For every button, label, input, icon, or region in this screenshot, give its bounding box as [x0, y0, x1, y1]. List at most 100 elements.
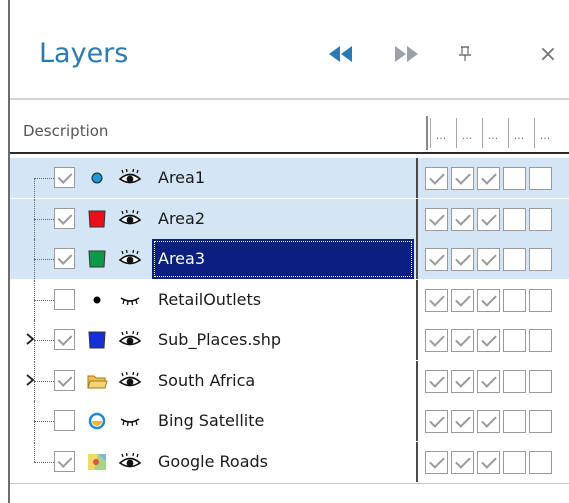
- layer-visibility-checkbox[interactable]: [54, 207, 75, 229]
- layer-name[interactable]: Google Roads: [152, 442, 274, 482]
- layer-option-checkbox[interactable]: [503, 369, 526, 393]
- layer-option-checkbox[interactable]: [451, 450, 474, 474]
- eye-open-icon[interactable]: [118, 209, 142, 228]
- close-icon: ×: [538, 41, 558, 67]
- layer-option-checkbox[interactable]: [425, 410, 448, 433]
- layer-name[interactable]: Area1: [152, 158, 211, 198]
- layer-visibility-checkbox[interactable]: [54, 369, 75, 391]
- layer-option-checkbox[interactable]: [425, 248, 448, 271]
- layer-option-checkbox[interactable]: [503, 410, 526, 433]
- eye-open-icon[interactable]: [118, 371, 142, 390]
- layer-visibility-checkbox[interactable]: [54, 450, 75, 472]
- header-col-5[interactable]: ...: [534, 118, 555, 148]
- eye-open-icon[interactable]: [118, 330, 142, 349]
- layer-option-checkbox[interactable]: [451, 410, 474, 433]
- header-col-2[interactable]: ...: [456, 118, 477, 148]
- layer-name[interactable]: RetailOutlets: [152, 280, 267, 320]
- layer-option-checkbox[interactable]: [529, 288, 552, 312]
- panel-title: Layers: [39, 38, 129, 69]
- header-separator[interactable]: [426, 116, 428, 150]
- layer-row[interactable]: Google Roads: [10, 441, 569, 482]
- layer-option-checkbox[interactable]: [503, 329, 526, 352]
- layer-option-checkbox[interactable]: [503, 207, 526, 231]
- layer-row[interactable]: Area2: [10, 198, 569, 239]
- rewind-icon: [329, 46, 352, 62]
- red-swatch-icon: [86, 208, 108, 230]
- layer-name[interactable]: South Africa: [152, 361, 261, 401]
- layer-name[interactable]: Sub_Places.shp: [152, 320, 287, 360]
- layer-option-checkbox[interactable]: [451, 369, 474, 393]
- layer-visibility-checkbox[interactable]: [54, 248, 75, 269]
- layer-row[interactable]: Area3: [10, 239, 569, 279]
- layer-option-checkbox[interactable]: [425, 207, 448, 231]
- blue-dot-icon: [86, 167, 108, 189]
- header-col-3[interactable]: ...: [482, 118, 503, 148]
- layer-option-checkbox[interactable]: [451, 288, 474, 312]
- layer-option-checkbox[interactable]: [425, 450, 448, 474]
- layer-option-checkbox[interactable]: [477, 288, 500, 312]
- layer-option-checkbox[interactable]: [425, 329, 448, 352]
- google-maps-icon: [86, 451, 108, 473]
- layer-option-checkbox[interactable]: [425, 369, 448, 393]
- layer-option-checkbox[interactable]: [529, 369, 552, 393]
- layer-option-checkbox[interactable]: [503, 450, 526, 474]
- eye-open-icon[interactable]: [118, 249, 142, 268]
- tree-connector: [34, 259, 54, 260]
- layer-row[interactable]: South Africa: [10, 360, 569, 401]
- column-header: Description ... ... ... ... ...: [10, 112, 569, 152]
- eye-closed-icon[interactable]: [118, 291, 142, 309]
- layer-row[interactable]: Sub_Places.shp: [10, 320, 569, 360]
- collapse-panel-button[interactable]: [327, 40, 355, 68]
- expand-chevron-icon[interactable]: [24, 331, 40, 349]
- layer-option-checkbox[interactable]: [451, 329, 474, 352]
- header-description[interactable]: Description: [23, 122, 108, 140]
- layer-name[interactable]: Area2: [152, 199, 211, 239]
- tree-connector: [34, 461, 54, 463]
- layer-option-checkbox[interactable]: [451, 248, 474, 271]
- layer-option-checkbox[interactable]: [477, 207, 500, 231]
- layer-option-checkbox[interactable]: [477, 410, 500, 433]
- layer-option-checkbox[interactable]: [529, 329, 552, 352]
- tree-connector: [34, 178, 54, 179]
- layer-visibility-checkbox[interactable]: [54, 410, 75, 431]
- layer-visibility-checkbox[interactable]: [54, 329, 75, 350]
- tree-connector: [34, 178, 35, 198]
- layer-visibility-checkbox[interactable]: [54, 288, 75, 310]
- expand-chevron-icon[interactable]: [24, 372, 40, 390]
- layer-option-checkbox[interactable]: [503, 248, 526, 271]
- eye-closed-icon[interactable]: [118, 412, 142, 430]
- expand-panel-button[interactable]: [392, 40, 420, 68]
- eye-open-icon[interactable]: [118, 452, 142, 471]
- layer-option-checkbox[interactable]: [503, 167, 526, 190]
- layer-name[interactable]: Bing Satellite: [152, 401, 270, 441]
- layer-row[interactable]: Area1: [10, 158, 569, 198]
- layer-option-checkbox[interactable]: [503, 288, 526, 312]
- layer-option-checkbox[interactable]: [529, 167, 552, 190]
- pin-button[interactable]: [451, 40, 479, 68]
- layer-option-checkbox[interactable]: [477, 167, 500, 190]
- layer-option-checkbox[interactable]: [477, 248, 500, 271]
- layer-option-checkbox[interactable]: [529, 450, 552, 474]
- eye-open-icon[interactable]: [118, 168, 142, 187]
- layer-option-checkbox[interactable]: [529, 410, 552, 433]
- layer-option-checkbox[interactable]: [477, 450, 500, 474]
- layer-option-checkbox[interactable]: [529, 207, 552, 231]
- layer-row[interactable]: Bing Satellite: [10, 401, 569, 441]
- layer-option-checkbox[interactable]: [425, 167, 448, 190]
- layer-option-checkbox[interactable]: [529, 248, 552, 271]
- layer-option-checkbox[interactable]: [477, 369, 500, 393]
- layer-option-checkbox[interactable]: [477, 329, 500, 352]
- header-col-1[interactable]: ...: [430, 118, 451, 148]
- layer-option-checkbox[interactable]: [451, 207, 474, 231]
- close-button[interactable]: ×: [534, 40, 562, 68]
- layer-option-checkbox[interactable]: [451, 167, 474, 190]
- layer-name[interactable]: Area3: [152, 239, 414, 279]
- header-col-4[interactable]: ...: [508, 118, 529, 148]
- folder-icon: [86, 370, 108, 392]
- layer-option-checkbox[interactable]: [425, 288, 448, 312]
- layer-visibility-checkbox[interactable]: [54, 167, 75, 188]
- bing-icon: [86, 410, 108, 432]
- grid-separator: [416, 198, 418, 239]
- layer-row[interactable]: RetailOutlets: [10, 279, 569, 320]
- pin-icon: [459, 46, 471, 61]
